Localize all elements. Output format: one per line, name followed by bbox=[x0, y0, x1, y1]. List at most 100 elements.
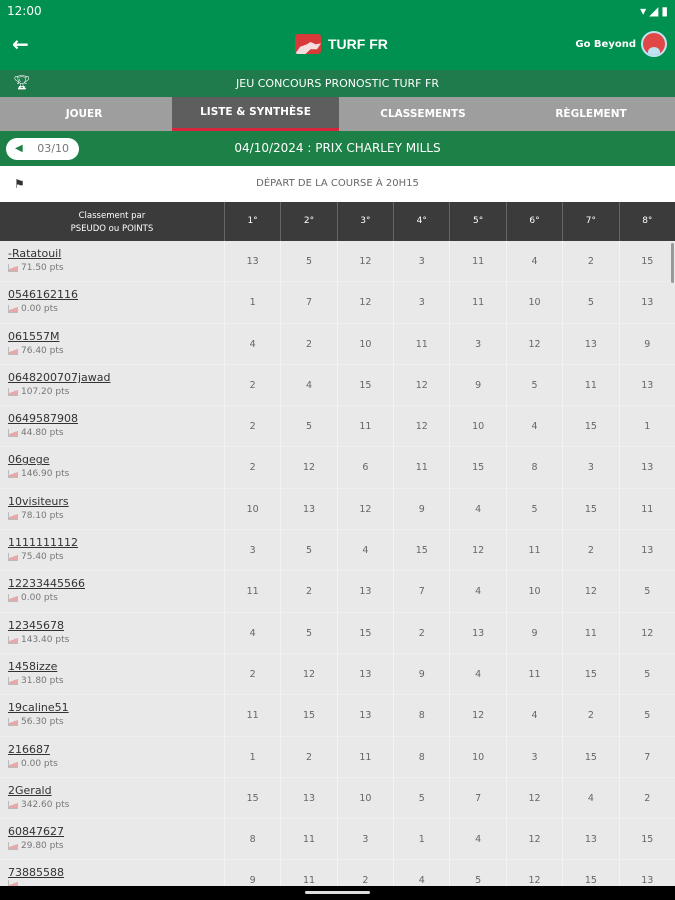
player-name[interactable]: 0648200707jawad bbox=[8, 371, 216, 385]
pick-cell: 11 bbox=[223, 695, 280, 736]
chart-icon bbox=[8, 305, 18, 314]
pick-cell: 4 bbox=[393, 860, 449, 886]
race-pager-button[interactable]: ◀ 03/10 bbox=[6, 138, 79, 160]
pick-cell: 4 bbox=[223, 323, 280, 364]
pick-cell: 15 bbox=[336, 612, 393, 653]
pick-cell: 9 bbox=[505, 612, 562, 653]
table-body[interactable]: -Ratatouil 71.50 pts 13 5 12 3 11 4 2 15 054616211… bbox=[0, 241, 675, 886]
pick-cell: 2 bbox=[336, 860, 393, 886]
player-points: 29.80 pts bbox=[21, 841, 64, 852]
player-cell: 12233445566 0.00 pts bbox=[0, 571, 224, 611]
player-name[interactable]: 06gege bbox=[8, 453, 216, 467]
chart-icon bbox=[8, 553, 18, 562]
pick-cell: 11 bbox=[505, 653, 562, 695]
pick-cell: 2 bbox=[280, 571, 336, 612]
back-arrow-icon[interactable]: ← bbox=[12, 32, 29, 56]
pick-cell: 15 bbox=[223, 777, 280, 819]
contest-banner: 🏆︎ JEU CONCOURS PRONOSTIC TURF FR bbox=[0, 70, 675, 97]
player-name[interactable]: 1111111112 bbox=[8, 536, 216, 550]
pick-cell: 13 bbox=[336, 571, 393, 612]
pick-cell: 4 bbox=[449, 571, 505, 612]
tab-bar: JOUER LISTE & SYNTHÈSE CLASSEMENTS RÈGLE… bbox=[0, 97, 675, 131]
player-name[interactable]: 12233445566 bbox=[8, 577, 216, 591]
pick-cell: 13 bbox=[562, 819, 618, 860]
scrollbar[interactable] bbox=[671, 243, 674, 283]
pick-cell: 10 bbox=[505, 571, 562, 612]
tab-reglement[interactable]: RÈGLEMENT bbox=[507, 97, 675, 131]
pick-cell: 12 bbox=[505, 819, 562, 860]
column-header: 2° bbox=[280, 202, 336, 241]
column-header: 4° bbox=[393, 202, 449, 241]
player-points: 143.40 pts bbox=[21, 634, 70, 645]
player-name[interactable]: 0649587908 bbox=[8, 412, 216, 426]
tab-classements[interactable]: CLASSEMENTS bbox=[339, 97, 507, 131]
pick-cell: 9 bbox=[223, 860, 280, 886]
pick-cell: 11 bbox=[449, 282, 505, 323]
chart-icon bbox=[8, 635, 18, 644]
player-cell: 2Gerald 342.60 pts bbox=[0, 778, 224, 818]
sort-header[interactable]: Classement par PSEUDO ou POINTS bbox=[0, 202, 224, 241]
player-name[interactable]: 061557M bbox=[8, 330, 216, 344]
pick-cell: 15 bbox=[562, 488, 618, 530]
player-name[interactable]: -Ratatouil bbox=[8, 247, 216, 261]
player-name[interactable]: 10visiteurs bbox=[8, 495, 216, 509]
player-name[interactable]: 2Gerald bbox=[8, 784, 216, 798]
player-points: 56.30 pts bbox=[21, 717, 64, 728]
player-name[interactable]: 19caline51 bbox=[8, 701, 216, 715]
column-header: 1° bbox=[223, 202, 280, 241]
pick-cell: 15 bbox=[562, 860, 618, 886]
pick-cell: 4 bbox=[223, 612, 280, 653]
pick-cell: 10 bbox=[449, 406, 505, 447]
pick-cell: 2 bbox=[618, 777, 675, 819]
player-points: 342.60 pts bbox=[21, 799, 70, 810]
race-title: 04/10/2024 : PRIX CHARLEY MILLS bbox=[234, 141, 441, 155]
pick-cell: 2 bbox=[223, 406, 280, 447]
pick-cell: 15 bbox=[336, 364, 393, 406]
user-profile[interactable]: Go Beyond bbox=[575, 31, 667, 57]
pick-cell: 2 bbox=[280, 736, 336, 777]
pick-cell: 12 bbox=[449, 695, 505, 736]
pick-cell: 15 bbox=[562, 653, 618, 695]
pick-cell: 4 bbox=[505, 241, 562, 282]
player-name[interactable]: 1458izze bbox=[8, 660, 216, 674]
home-handle[interactable] bbox=[305, 891, 370, 894]
tab-liste-synthese[interactable]: LISTE & SYNTHÈSE bbox=[172, 97, 339, 131]
pick-cell: 10 bbox=[336, 777, 393, 819]
player-name[interactable]: 216687 bbox=[8, 743, 216, 757]
table-row: 10visiteurs 78.10 pts 10 13 12 9 4 5 15 11 bbox=[0, 488, 675, 531]
player-points: 31.80 pts bbox=[21, 675, 64, 686]
pick-cell: 1 bbox=[223, 736, 280, 777]
player-cell: 19caline51 56.30 pts bbox=[0, 695, 224, 735]
race-bar: ◀ 03/10 04/10/2024 : PRIX CHARLEY MILLS bbox=[0, 131, 675, 166]
pick-cell: 8 bbox=[223, 819, 280, 860]
status-bar: 12:00 ▾ ◢ ▮ bbox=[0, 0, 675, 22]
chart-icon bbox=[8, 594, 18, 603]
player-points: 71.50 pts bbox=[21, 263, 64, 273]
player-name[interactable]: 0546162116 bbox=[8, 288, 216, 302]
pick-cell: 13 bbox=[562, 323, 618, 364]
pick-cell: 11 bbox=[280, 819, 336, 860]
pick-cell: 1 bbox=[223, 282, 280, 323]
pick-cell: 5 bbox=[505, 364, 562, 406]
pick-cell: 13 bbox=[618, 282, 675, 323]
departure-row: ⚑ DÉPART DE LA COURSE À 20H15 bbox=[0, 166, 675, 202]
pick-cell: 4 bbox=[280, 364, 336, 406]
table-row: 0648200707jawad 107.20 pts 2 4 15 12 9 5 11 13 bbox=[0, 364, 675, 407]
player-name[interactable]: 73885588 bbox=[8, 866, 216, 880]
pick-cell: 9 bbox=[618, 323, 675, 364]
table-row: 06gege 146.90 pts 2 12 6 11 15 8 3 13 bbox=[0, 447, 675, 489]
horse-logo-icon bbox=[295, 34, 321, 54]
checkered-flag-icon: ⚑ bbox=[14, 177, 25, 191]
table-row: 0649587908 44.80 pts 2 5 11 12 10 4 15 1 bbox=[0, 406, 675, 448]
pick-cell: 11 bbox=[223, 571, 280, 612]
pick-cell: 2 bbox=[562, 241, 618, 282]
pick-cell: 11 bbox=[393, 447, 449, 488]
player-cell: 216687 0.00 pts bbox=[0, 737, 224, 777]
tab-jouer[interactable]: JOUER bbox=[0, 97, 168, 131]
pick-cell: 11 bbox=[280, 860, 336, 886]
chart-icon bbox=[8, 759, 18, 768]
player-name[interactable]: 12345678 bbox=[8, 619, 216, 633]
pick-cell: 3 bbox=[562, 447, 618, 488]
player-name[interactable]: 60847627 bbox=[8, 825, 216, 839]
avatar[interactable] bbox=[641, 31, 667, 57]
